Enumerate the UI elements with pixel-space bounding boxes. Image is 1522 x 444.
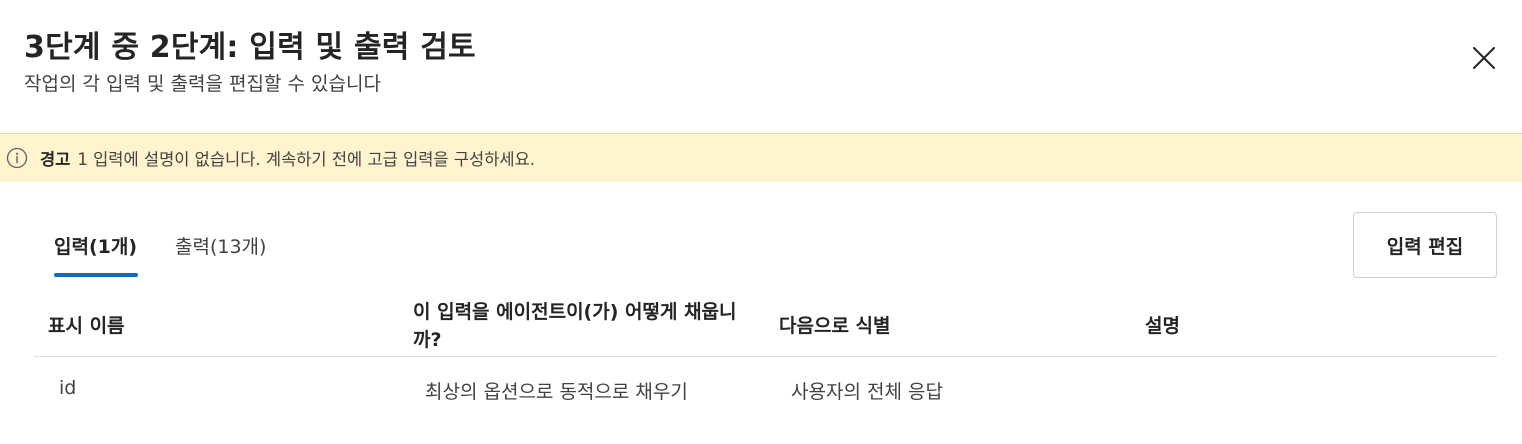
column-header-fill-method[interactable]: 이 입력을 에이전트이(가) 어떻게 채웁니까? bbox=[413, 298, 758, 354]
column-header-description[interactable]: 설명 bbox=[1145, 312, 1180, 340]
column-header-identify-as[interactable]: 다음으로 식별 bbox=[779, 312, 891, 340]
cell-identify-as: 사용자의 전체 응답 bbox=[791, 381, 943, 403]
warning-banner: 경고 1 입력에 설명이 없습니다. 계속하기 전에 고급 입력을 구성하세요. bbox=[0, 133, 1522, 182]
cell-fill-method: 최상의 옵션으로 동적으로 채우기 bbox=[425, 381, 688, 403]
close-button[interactable] bbox=[1466, 40, 1502, 76]
dialog-subtitle: 작업의 각 입력 및 출력을 편집할 수 있습니다 bbox=[24, 73, 381, 95]
table-row[interactable]: id 최상의 옵션으로 동적으로 채우기 사용자의 전체 응답 bbox=[34, 357, 1497, 427]
tab-inputs[interactable]: 입력(1개) bbox=[54, 232, 137, 259]
close-icon bbox=[1473, 47, 1495, 69]
info-icon bbox=[6, 147, 28, 169]
dialog-title: 3단계 중 2단계: 입력 및 출력 검토 bbox=[24, 30, 476, 65]
edit-inputs-button[interactable]: 입력 편집 bbox=[1353, 212, 1497, 278]
tab-selected-indicator bbox=[54, 273, 138, 277]
tab-outputs[interactable]: 출력(13개) bbox=[175, 232, 266, 259]
cell-display-name: id bbox=[59, 377, 77, 399]
warning-message: 1 입력에 설명이 없습니다. 계속하기 전에 고급 입력을 구성하세요. bbox=[77, 150, 536, 169]
warning-label: 경고 bbox=[40, 150, 71, 169]
column-header-display-name[interactable]: 표시 이름 bbox=[48, 312, 125, 340]
